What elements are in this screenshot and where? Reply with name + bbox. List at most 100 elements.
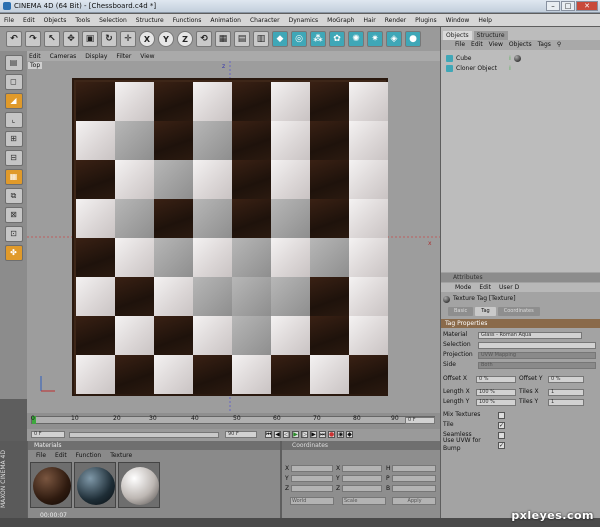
scale-icon[interactable]: ▣ — [82, 31, 98, 47]
tab-structure[interactable]: Structure — [473, 31, 508, 40]
maximize-button[interactable]: □ — [561, 1, 575, 11]
step-forward-icon[interactable]: ▷ — [301, 431, 308, 438]
tab-objects[interactable]: Objects — [443, 31, 472, 40]
axis-x-button[interactable]: X — [139, 31, 155, 47]
menu-mograph[interactable]: MoGraph — [327, 17, 354, 24]
projection-select[interactable]: UVW Mapping — [478, 351, 596, 359]
record-icon[interactable]: ● — [328, 431, 335, 438]
cube-icon[interactable]: ◆ — [272, 31, 288, 47]
coord-rot-h-field[interactable] — [392, 465, 436, 472]
objects-menu-tags[interactable]: Tags — [538, 40, 551, 50]
material-swatch-1[interactable] — [30, 462, 72, 508]
object-mode-icon[interactable]: ◻ — [4, 74, 23, 90]
move-icon[interactable]: ✥ — [63, 31, 79, 47]
coord-system-select[interactable]: World — [290, 497, 334, 505]
viewport-menu-display[interactable]: Display — [85, 53, 107, 60]
visibility-dots-icon[interactable]: ⁞ — [509, 64, 511, 73]
redo-icon[interactable]: ↷ — [25, 31, 41, 47]
world-icon[interactable]: ✛ — [120, 31, 136, 47]
axis-mode-icon[interactable]: ⌞ — [4, 112, 23, 128]
menu-structure[interactable]: Structure — [136, 17, 164, 24]
tiles-x-field[interactable]: 1 — [548, 388, 584, 396]
deformer-icon[interactable]: ✿ — [329, 31, 345, 47]
menu-tools[interactable]: Tools — [75, 17, 90, 24]
attributes-menu-edit[interactable]: Edit — [479, 283, 491, 292]
max-frame-field[interactable]: 90 F — [225, 431, 257, 438]
menu-hair[interactable]: Hair — [363, 17, 375, 24]
search-icon[interactable]: ⚲ — [557, 40, 561, 50]
autokey-icon[interactable]: ◉ — [337, 431, 344, 438]
keyframe-icon[interactable]: ◆ — [346, 431, 353, 438]
menu-character[interactable]: Character — [250, 17, 280, 24]
undo-icon[interactable]: ↶ — [6, 31, 22, 47]
uv-mode-icon[interactable]: ⧉ — [4, 188, 23, 204]
coord-scale-select[interactable]: Scale — [342, 497, 386, 505]
viewport-menu-cameras[interactable]: Cameras — [50, 53, 77, 60]
camera-icon[interactable]: ◈ — [386, 31, 402, 47]
menu-objects[interactable]: Objects — [44, 17, 67, 24]
timeline[interactable]: 0 10 20 30 40 50 60 70 80 90 0 F — [27, 413, 440, 429]
visibility-dots-icon[interactable]: ⁞ — [509, 54, 511, 63]
menu-selection[interactable]: Selection — [99, 17, 127, 24]
coordinate-system-icon[interactable]: ⟲ — [196, 31, 212, 47]
attributes-menu-user-data[interactable]: User D — [499, 283, 519, 292]
tile-checkbox[interactable]: ✓ — [498, 421, 505, 429]
select-icon[interactable]: ↖ — [44, 31, 60, 47]
menu-plugins[interactable]: Plugins — [415, 17, 437, 24]
length-y-field[interactable]: 100 % — [476, 398, 516, 406]
coord-size-y-field[interactable] — [342, 475, 382, 482]
materials-menu-texture[interactable]: Texture — [110, 451, 132, 460]
offset-y-field[interactable]: 0 % — [548, 375, 584, 383]
material-field[interactable]: Glass - Roman Aqua — [478, 331, 582, 339]
menu-help[interactable]: Help — [478, 17, 492, 24]
layout-icon[interactable]: ✤ — [4, 245, 23, 261]
next-key-icon[interactable]: ▶ — [310, 431, 317, 438]
materials-menu-function[interactable]: Function — [76, 451, 102, 460]
axis-z-button[interactable]: Z — [177, 31, 193, 47]
seamless-checkbox[interactable] — [498, 431, 505, 439]
close-button[interactable]: ✕ — [576, 1, 598, 11]
current-frame-field[interactable]: 0 F — [31, 431, 65, 438]
objects-menu-file[interactable]: File — [455, 40, 465, 50]
nurbs-icon[interactable]: ◎ — [291, 31, 307, 47]
texture-mode-icon[interactable]: ◢ — [4, 93, 23, 109]
menu-edit[interactable]: Edit — [23, 17, 35, 24]
edges-mode-icon[interactable]: ⊟ — [4, 150, 23, 166]
side-select[interactable]: Both — [478, 361, 596, 369]
minimize-button[interactable]: – — [546, 1, 560, 11]
material-tag-icon[interactable] — [513, 55, 521, 62]
object-row-cloner[interactable]: Cloner Object ⁞ — [446, 64, 596, 73]
coord-rot-b-field[interactable] — [392, 485, 436, 492]
go-to-end-icon[interactable]: ⏭ — [319, 431, 326, 438]
objects-menu-view[interactable]: View — [489, 40, 503, 50]
model-mode-icon[interactable]: ▤ — [4, 55, 23, 71]
coord-pos-z-field[interactable] — [291, 485, 333, 492]
objects-menu-edit[interactable]: Edit — [471, 40, 483, 50]
materials-menu-edit[interactable]: Edit — [55, 451, 67, 460]
coord-rot-p-field[interactable] — [392, 475, 436, 482]
render-view-icon[interactable]: ▦ — [215, 31, 231, 47]
viewport-menu-view[interactable]: View — [140, 53, 154, 60]
render-picture-viewer-icon[interactable]: ▤ — [234, 31, 250, 47]
axis-y-button[interactable]: Y — [158, 31, 174, 47]
step-back-icon[interactable]: ◁ — [283, 431, 290, 438]
mix-textures-checkbox[interactable] — [498, 411, 505, 419]
tiles-y-field[interactable]: 1 — [548, 398, 584, 406]
light-icon[interactable]: ✷ — [367, 31, 383, 47]
render-settings-icon[interactable]: ▥ — [253, 31, 269, 47]
material-swatch-3[interactable] — [118, 462, 160, 508]
array-icon[interactable]: ⁂ — [310, 31, 326, 47]
tab-coordinates[interactable]: Coordinates — [497, 307, 540, 316]
coord-pos-x-field[interactable] — [291, 465, 333, 472]
play-icon[interactable]: ▶ — [292, 431, 299, 438]
menu-dynamics[interactable]: Dynamics — [289, 17, 319, 24]
snap-icon[interactable]: ⊠ — [4, 207, 23, 223]
object-row-cube[interactable]: Cube ⁞ — [446, 54, 596, 63]
coord-size-z-field[interactable] — [342, 485, 382, 492]
attributes-menu-mode[interactable]: Mode — [455, 283, 471, 292]
menu-render[interactable]: Render — [385, 17, 406, 24]
viewport-menu-filter[interactable]: Filter — [116, 53, 131, 60]
scene-icon[interactable]: ✺ — [348, 31, 364, 47]
range-slider[interactable] — [69, 432, 219, 438]
coord-pos-y-field[interactable] — [291, 475, 333, 482]
